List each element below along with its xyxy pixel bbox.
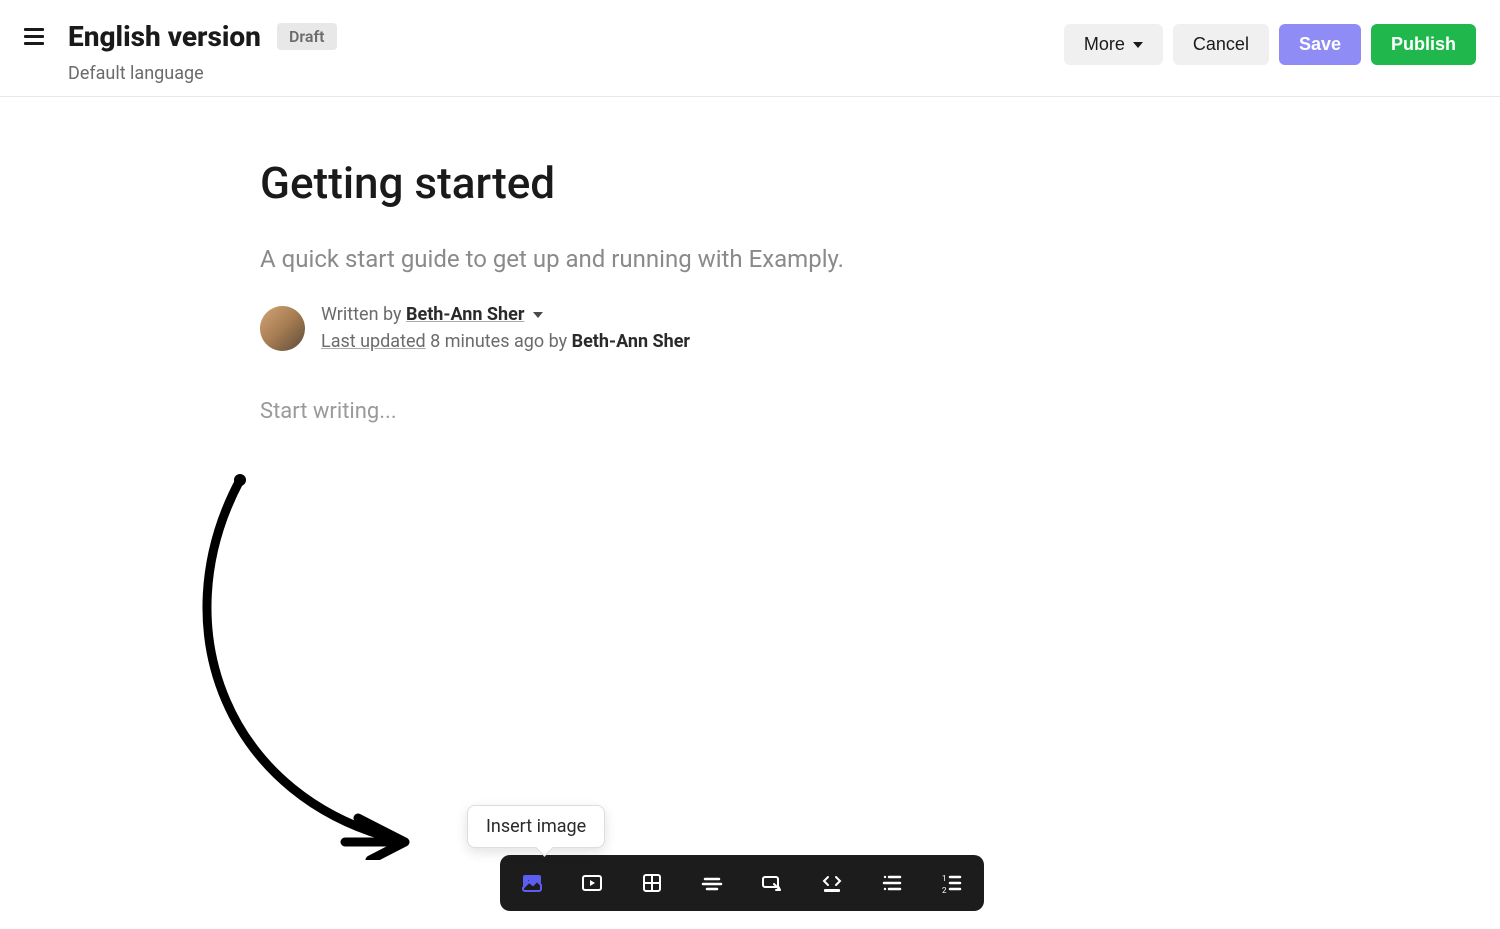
author-dropdown-caret-icon[interactable] [533, 312, 543, 318]
toolbar-insert-divider-button[interactable] [696, 867, 728, 899]
svg-text:1: 1 [942, 874, 947, 883]
status-badge: Draft [277, 23, 337, 50]
more-button[interactable]: More [1064, 24, 1163, 65]
save-button[interactable]: Save [1279, 24, 1361, 65]
caret-down-icon [1133, 42, 1143, 48]
hamburger-menu-icon[interactable] [24, 24, 48, 48]
author-name-link[interactable]: Beth-Ann Sher [406, 304, 524, 325]
editor-toolbar: 1 2 [500, 855, 984, 911]
editor-body-placeholder[interactable]: Start writing... [260, 399, 1000, 424]
annotation-arrow [190, 470, 450, 860]
code-icon [820, 871, 844, 895]
document-title[interactable]: Getting started [260, 157, 1000, 209]
time-ago: 8 minutes ago [430, 331, 544, 352]
last-updated-link[interactable]: Last updated [321, 331, 426, 352]
header-title-block: English version Draft Default language [68, 20, 1064, 84]
toolbar-insert-video-button[interactable] [576, 867, 608, 899]
editor-content: Getting started A quick start guide to g… [0, 97, 1000, 424]
video-icon [580, 871, 604, 895]
updated-by-name: Beth-Ann Sher [572, 331, 690, 352]
document-meta: Written by Beth-Ann Sher Last updated 8 … [260, 301, 1000, 355]
toolbar-insert-image-button[interactable] [516, 867, 548, 899]
toolbar-list-increase-indent-button[interactable]: 1 2 [936, 867, 968, 899]
more-button-label: More [1084, 34, 1125, 55]
svg-text:2: 2 [942, 886, 947, 895]
image-icon [520, 871, 544, 895]
toolbar-insert-button-button[interactable] [756, 867, 788, 899]
button-icon [760, 871, 784, 895]
divider-icon [700, 871, 724, 895]
page-subtitle: Default language [68, 63, 1064, 84]
tooltip-insert-image: Insert image [467, 805, 605, 848]
by-label: by [549, 331, 568, 352]
written-by-label: Written by [321, 304, 402, 325]
page-header: English version Draft Default language M… [0, 0, 1500, 97]
list-increase-indent-icon: 1 2 [940, 871, 964, 895]
header-actions: More Cancel Save Publish [1064, 24, 1476, 65]
toolbar-list-decrease-indent-button[interactable] [876, 867, 908, 899]
meta-text: Written by Beth-Ann Sher Last updated 8 … [321, 301, 690, 355]
publish-button[interactable]: Publish [1371, 24, 1476, 65]
table-icon [640, 871, 664, 895]
cancel-button[interactable]: Cancel [1173, 24, 1269, 65]
list-decrease-indent-icon [880, 871, 904, 895]
page-title: English version [68, 20, 261, 53]
toolbar-insert-code-button[interactable] [816, 867, 848, 899]
toolbar-insert-table-button[interactable] [636, 867, 668, 899]
document-subtitle[interactable]: A quick start guide to get up and runnin… [260, 245, 1000, 273]
author-avatar[interactable] [260, 306, 305, 351]
